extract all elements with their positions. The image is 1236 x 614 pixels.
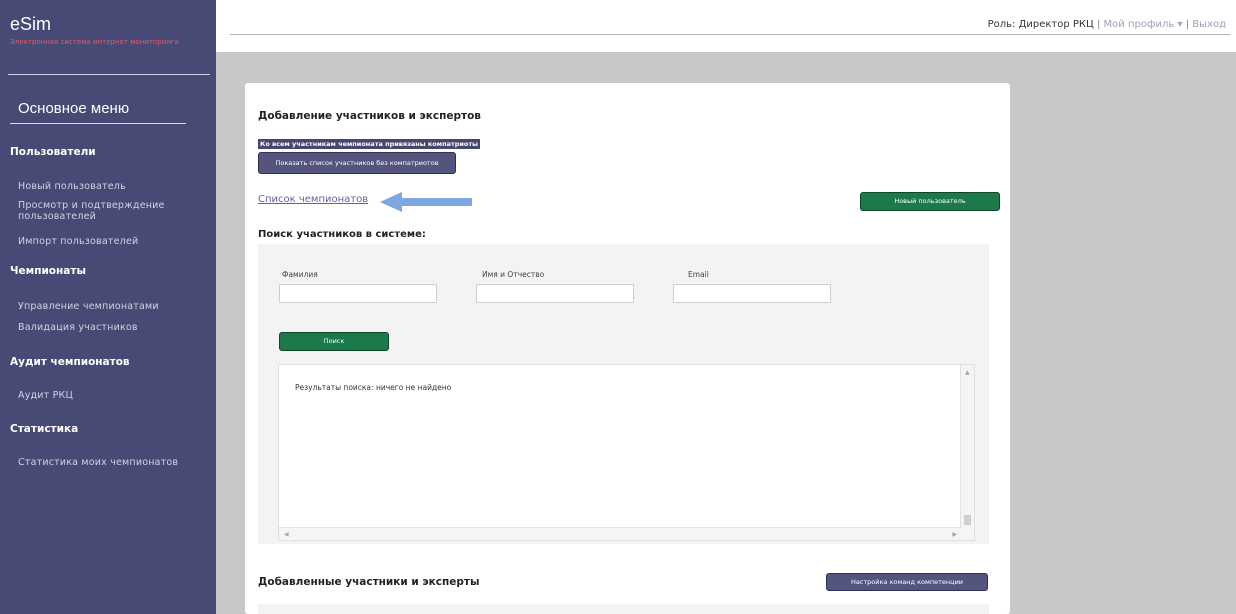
name-input[interactable] xyxy=(476,284,634,303)
sidebar-item-new-user[interactable]: Новый пользователь xyxy=(18,181,208,192)
sidebar: eSim Электронная система интернет монито… xyxy=(0,0,216,614)
sidebar-item-validate-participants[interactable]: Валидация участников xyxy=(18,322,208,333)
sidebar-section-statistics: Статистика xyxy=(10,423,79,435)
sidebar-divider xyxy=(8,74,210,75)
email-input[interactable] xyxy=(673,284,831,303)
sidebar-section-championships: Чемпионаты xyxy=(10,265,86,277)
search-section-title: Поиск участников в системе: xyxy=(258,229,426,240)
email-label: Email xyxy=(688,270,709,279)
championship-list-link[interactable]: Список чемпионатов xyxy=(258,194,368,205)
show-without-compatriots-button[interactable]: Показать список участников без компатрио… xyxy=(258,152,456,174)
sidebar-section-audit: Аудит чемпионатов xyxy=(10,356,130,368)
profile-link[interactable]: Мой профиль xyxy=(1104,19,1175,30)
header-divider xyxy=(230,34,1230,35)
added-participants-title: Добавленные участники и эксперты xyxy=(258,576,480,588)
logout-link[interactable]: Выход xyxy=(1192,19,1226,30)
sidebar-section-users: Пользователи xyxy=(10,146,96,158)
chevron-down-icon[interactable]: ▾ xyxy=(1178,19,1183,30)
scroll-right-icon[interactable]: ▶ xyxy=(952,531,957,538)
sidebar-item-manage-championships[interactable]: Управление чемпионатами xyxy=(18,301,208,312)
name-label: Имя и Отчество xyxy=(482,270,545,279)
nav-separator: | xyxy=(1096,19,1101,30)
horizontal-scrollbar[interactable]: ◀ ▶ xyxy=(279,527,962,540)
search-results-text: Результаты поиска: ничего не найдено xyxy=(295,383,452,392)
sidebar-item-import-users[interactable]: Импорт пользователей xyxy=(18,236,208,247)
search-button[interactable]: Поиск xyxy=(279,332,389,351)
team-settings-button[interactable]: Настройка команд компетенции xyxy=(826,573,988,591)
main-menu-title: Основное меню xyxy=(18,100,130,117)
main-menu-underline xyxy=(10,123,186,124)
scroll-up-icon[interactable]: ▲ xyxy=(965,369,970,376)
app-logo[interactable]: eSim xyxy=(10,14,51,35)
nav-separator: | xyxy=(1185,19,1190,30)
search-results-box[interactable]: Результаты поиска: ничего не найдено ▲ ◀… xyxy=(278,364,975,541)
sidebar-item-view-users[interactable]: Просмотр и подтверждение пользователей xyxy=(18,200,188,222)
scroll-left-icon[interactable]: ◀ xyxy=(284,531,289,538)
user-nav: Роль: Директор РКЦ | Мой профиль ▾ | Вых… xyxy=(988,19,1226,30)
scrollbar-thumb[interactable] xyxy=(964,515,971,525)
lastname-label: Фамилия xyxy=(282,270,318,279)
role-label: Роль: Директор РКЦ xyxy=(987,19,1094,30)
app-subtitle: Электронная система интернет мониторинга xyxy=(10,38,179,46)
sidebar-item-my-statistics[interactable]: Статистика моих чемпионатов xyxy=(18,457,208,468)
arrow-left-icon xyxy=(380,192,472,212)
sidebar-item-audit-rkc[interactable]: Аудит РКЦ xyxy=(18,390,208,401)
compatriots-notice: Ко всем участникам чемпионата привязаны … xyxy=(258,139,481,149)
vertical-scrollbar[interactable]: ▲ xyxy=(960,365,974,540)
lastname-input[interactable] xyxy=(279,284,437,303)
added-participants-panel xyxy=(258,604,989,614)
top-header: Роль: Директор РКЦ | Мой профиль ▾ | Вых… xyxy=(216,0,1236,52)
page-title: Добавление участников и экспертов xyxy=(258,110,481,122)
new-user-button[interactable]: Новый пользователь xyxy=(860,192,1000,211)
page: eSim Электронная система интернет монито… xyxy=(0,0,1236,614)
